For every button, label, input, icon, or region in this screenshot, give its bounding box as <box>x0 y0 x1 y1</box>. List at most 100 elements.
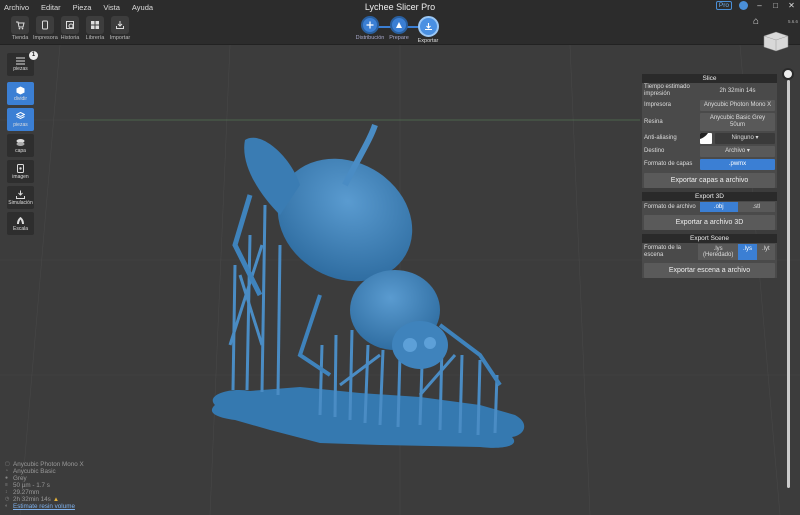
maximize-icon[interactable]: □ <box>771 1 780 10</box>
tool-label: Librería <box>85 35 105 41</box>
info-height: 29.27mm <box>13 489 40 496</box>
step-exportar[interactable]: Exportar <box>410 16 446 44</box>
menu-vista[interactable]: Vista <box>103 3 120 12</box>
menu-archivo[interactable]: Archivo <box>4 3 29 12</box>
dest-select[interactable]: Archivo ▾ <box>700 146 775 157</box>
layer-slider-track[interactable] <box>787 80 790 488</box>
layout-icon <box>361 16 379 34</box>
menu-ayuda[interactable]: Ayuda <box>132 3 153 12</box>
section-title: Export Scene <box>642 234 777 243</box>
tienda-button[interactable]: Tienda <box>8 16 32 41</box>
export-icon <box>417 16 439 37</box>
info-resin-color: Grey <box>13 475 27 482</box>
pieces-button[interactable]: piezas <box>7 108 34 131</box>
export-scene-button[interactable]: Exportar escena a archivo <box>644 263 775 278</box>
format-option-stl[interactable]: .stl <box>737 202 775 212</box>
tool-label: Simulación <box>8 199 33 206</box>
scene-section: Export Scene Formato de la escena .lys (… <box>642 234 777 278</box>
historia-button[interactable]: Historia <box>58 16 82 41</box>
format-label: Formato de capas <box>644 161 693 167</box>
menu-bar: Archivo Editar Pieza Vista Ayuda Lychee … <box>0 0 800 14</box>
printer-icon <box>36 16 54 34</box>
scene-option-lys-legacy[interactable]: .lys (Heredado) <box>698 244 739 260</box>
resin-select[interactable]: Anycubic Basic Grey 50um <box>700 113 775 131</box>
importar-button[interactable]: Importar <box>108 16 132 41</box>
warning-icon[interactable]: ▲ <box>53 496 59 503</box>
left-sidebar: 1 piezas dividir piezas capa imagen Simu… <box>7 51 38 238</box>
tool-label: Tienda <box>11 35 29 41</box>
home-icon[interactable]: ⌂ <box>753 16 759 27</box>
file-format-toggle: .obj .stl <box>700 202 775 212</box>
cart-icon <box>11 16 29 34</box>
drop-icon: ◐ <box>5 503 9 509</box>
import-icon <box>111 16 129 34</box>
dest-label: Destino <box>644 148 665 154</box>
tool-label: capa <box>15 147 26 154</box>
minimize-icon[interactable]: – <box>755 1 764 10</box>
version-label: 5.6.6 <box>788 19 799 24</box>
section-title: Slice <box>642 74 777 83</box>
info-layer: 50 µm - 1.7 s <box>13 482 50 489</box>
view-cube[interactable] <box>762 30 790 52</box>
history-icon <box>61 16 79 34</box>
print-info: ▢ Anycubic Photon Mono X ◔ Anycubic Basic … <box>5 461 84 510</box>
image-button[interactable]: imagen <box>7 160 34 183</box>
cube-icon <box>16 86 25 94</box>
printer-icon: ▢ <box>5 461 10 467</box>
format-option-obj[interactable]: .obj <box>700 202 738 212</box>
resin-color-icon: ● <box>5 475 9 481</box>
parts-list-button[interactable]: 1 piezas <box>7 51 38 76</box>
export-layers-button[interactable]: Exportar capas a archivo <box>644 173 775 188</box>
libreria-button[interactable]: Librería <box>83 16 107 41</box>
image-icon <box>17 163 24 173</box>
parts-count-badge: 1 <box>29 51 38 60</box>
tool-label: imagen <box>12 173 29 180</box>
library-icon <box>86 16 104 34</box>
layer-button[interactable]: capa <box>7 134 34 157</box>
clock-icon: ◷ <box>5 496 10 502</box>
aa-select[interactable]: Ninguno ▾ <box>715 133 775 144</box>
tool-label: Historia <box>60 35 80 41</box>
scale-icon <box>17 216 24 224</box>
info-time: 2h 32min 14s <box>13 496 51 503</box>
scale-button[interactable]: Escala <box>7 212 34 235</box>
aa-label: Anti-aliasing <box>644 135 677 141</box>
step-label: Exportar <box>417 38 439 44</box>
scene-option-lyt[interactable]: .lyt <box>756 244 775 260</box>
height-icon: ↕ <box>5 489 8 495</box>
layer-icon <box>16 138 25 146</box>
simulation-button[interactable]: Simulación <box>7 186 34 209</box>
support-icon <box>390 16 408 34</box>
layer-slider-handle[interactable] <box>782 68 794 80</box>
printer-select[interactable]: Anycubic Photon Mono X <box>700 100 775 111</box>
list-icon <box>16 57 25 65</box>
tool-label: piezas <box>13 121 28 128</box>
info-resin: Anycubic Basic <box>13 468 56 475</box>
impresora-button[interactable]: Impresora <box>33 16 58 41</box>
simulation-icon <box>16 190 25 199</box>
time-label: Tiempo estimado impresión <box>644 84 690 97</box>
scene-format-label: Formato de la escena <box>644 245 682 258</box>
model-head <box>392 321 448 369</box>
menu-editar[interactable]: Editar <box>41 3 61 12</box>
export-panel: Slice Tiempo estimado impresión 2h 32min… <box>642 74 777 282</box>
export3d-section: Export 3D Formato de archivo .obj .stl E… <box>642 192 777 230</box>
close-icon[interactable]: ✕ <box>787 1 796 10</box>
estimate-resin-link[interactable]: Estimate resin volume <box>13 503 75 510</box>
format-select[interactable]: .pwmx <box>700 159 775 170</box>
user-icon[interactable] <box>739 1 748 10</box>
time-value: 2h 32min 14s <box>719 87 756 94</box>
printer-label: Impresora <box>644 102 672 108</box>
export-3d-button[interactable]: Exportar a archivo 3D <box>644 215 775 230</box>
toolbar: Tienda Impresora Historia Librería Impor… <box>0 14 800 45</box>
tool-label: piezas <box>13 66 28 72</box>
pro-badge[interactable]: Pro <box>715 1 732 10</box>
scene-option-lys[interactable]: .lys <box>738 244 757 260</box>
menu-pieza[interactable]: Pieza <box>73 3 92 12</box>
slice-section: Slice Tiempo estimado impresión 2h 32min… <box>642 74 777 188</box>
divide-button[interactable]: dividir <box>7 82 34 105</box>
tool-label: dividir <box>13 95 28 102</box>
section-title: Export 3D <box>642 192 777 201</box>
info-printer: Anycubic Photon Mono X <box>13 461 84 468</box>
resin-icon: ◔ <box>5 468 9 474</box>
